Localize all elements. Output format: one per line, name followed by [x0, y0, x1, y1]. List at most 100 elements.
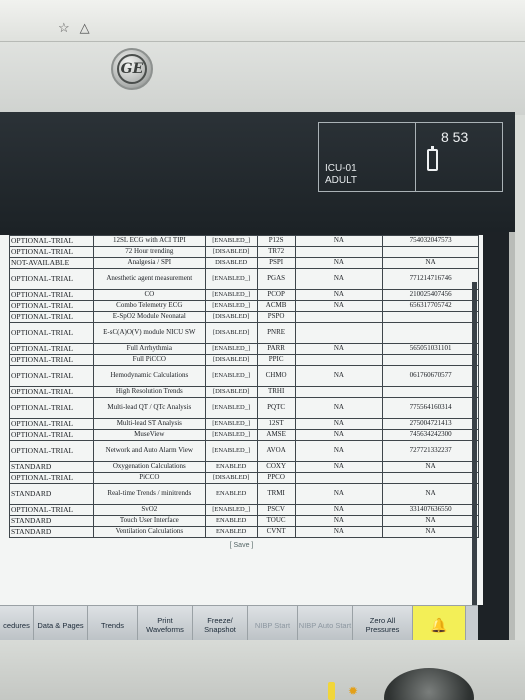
na-cell: NA	[294, 343, 384, 355]
table-row[interactable]: OPTIONAL-TRIAL CO [ENABLED_] PCOP NA 21002540…	[9, 289, 479, 301]
table-row[interactable]: NOT-AVAILABLE Analgesia / SPI DISABLED PSPI…	[9, 257, 479, 269]
code-cell: TRHI	[256, 386, 296, 398]
status-cell: ENABLED	[204, 483, 258, 505]
table-row[interactable]: OPTIONAL-TRIAL Hemodynamic Calculations [E…	[9, 365, 479, 387]
patient-info-box[interactable]: ICU-01 ADULT 8 53	[318, 122, 503, 192]
table-row[interactable]: OPTIONAL-TRIAL Network and Auto Alarm Vie…	[9, 440, 479, 462]
option-type-cell: STANDARD	[9, 483, 94, 505]
na-cell: NA	[294, 440, 384, 462]
na-cell: NA	[294, 504, 384, 516]
key-cell: NA	[382, 526, 479, 538]
table-row[interactable]: OPTIONAL-TRIAL Combo Telemetry ECG [ENABLE…	[9, 300, 479, 312]
na-cell: NA	[294, 268, 384, 290]
table-row[interactable]: OPTIONAL-TRIAL High Resolution Trends [DIS…	[9, 386, 479, 398]
table-row[interactable]: OPTIONAL-TRIAL MuseView [ENABLED_] AMSE NA 74…	[9, 429, 479, 441]
table-row[interactable]: OPTIONAL-TRIAL Multi-lead QT / QTc Analys…	[9, 397, 479, 419]
feature-name-cell: Combo Telemetry ECG	[92, 300, 206, 312]
table-row[interactable]: OPTIONAL-TRIAL Full PiCCO [DISABLED] PPIC	[9, 354, 479, 366]
feature-name-cell: Network and Auto Alarm View	[92, 440, 206, 462]
option-type-cell: OPTIONAL-TRIAL	[9, 472, 94, 484]
key-cell	[382, 354, 479, 366]
table-row[interactable]: OPTIONAL-TRIAL E-SpO2 Module Neonatal [DIS…	[9, 311, 479, 323]
status-cell: ENABLED	[204, 526, 258, 538]
ge-logo: GE	[111, 48, 153, 90]
table-row[interactable]: STANDARD Real-time Trends / minitrends ENA…	[9, 483, 479, 505]
key-cell: 771214716746	[382, 268, 479, 290]
table-row[interactable]: OPTIONAL-TRIAL Anesthetic agent measureme…	[9, 268, 479, 290]
feature-name-cell: Full PiCCO	[92, 354, 206, 366]
table-row[interactable]: OPTIONAL-TRIAL PiCCO [DISABLED] PPCO	[9, 472, 479, 484]
status-cell: [DISABLED]	[204, 472, 258, 484]
na-cell: NA	[294, 515, 384, 527]
option-type-cell: OPTIONAL-TRIAL	[9, 365, 94, 387]
softkey-button[interactable]: Data & Pages	[34, 606, 88, 644]
device-top-icons: ☆ △	[58, 20, 90, 36]
table-row[interactable]: OPTIONAL-TRIAL Full Arrhythmia [ENABLED_] P…	[9, 343, 479, 355]
table-row[interactable]: OPTIONAL-TRIAL Multi-lead ST Analysis [ENA…	[9, 418, 479, 430]
status-cell: [ENABLED_]	[204, 289, 258, 301]
key-cell	[382, 311, 479, 323]
softkey-button[interactable]: Trends	[88, 606, 138, 644]
table-row[interactable]: STANDARD Ventilation Calculations ENABLED C…	[9, 526, 479, 538]
softkey-button[interactable]: Freeze/ Snapshot	[193, 606, 248, 644]
option-type-cell: OPTIONAL-TRIAL	[9, 289, 94, 301]
code-cell: PARR	[256, 343, 296, 355]
clock-display: 8 53	[441, 129, 469, 145]
option-type-cell: OPTIONAL-TRIAL	[9, 418, 94, 430]
table-row[interactable]: OPTIONAL-TRIAL E-sC(A)O(V) module NICU SW…	[9, 322, 479, 344]
table-row[interactable]: STANDARD Touch User Interface ENABLED TOUC N…	[9, 515, 479, 527]
table-row[interactable]: OPTIONAL-TRIAL 72 Hour trending [DISABLED]…	[9, 246, 479, 258]
code-cell: CVNT	[256, 526, 296, 538]
softkey-button[interactable]: NIBP Auto Start	[298, 606, 353, 644]
softkey-button[interactable]: NIBP Start	[248, 606, 298, 644]
status-cell: ENABLED	[204, 515, 258, 527]
code-cell: PQTC	[256, 397, 296, 419]
unit-name: ICU-01	[325, 163, 357, 174]
status-cell: [ENABLED_]	[204, 300, 258, 312]
option-type-cell: STANDARD	[9, 461, 94, 473]
save-button[interactable]: [ Save ]	[0, 542, 483, 549]
alarm-silence-button[interactable]: 🔔	[413, 606, 466, 644]
code-cell: AMSE	[256, 429, 296, 441]
option-type-cell: NOT-AVAILABLE	[9, 257, 94, 269]
code-cell: PGAS	[256, 268, 296, 290]
status-cell: [DISABLED]	[204, 311, 258, 323]
softkey-button[interactable]: cedures	[0, 606, 34, 644]
code-cell: CHMO	[256, 365, 296, 387]
feature-name-cell: Anesthetic agent measurement	[92, 268, 206, 290]
monitor-screen: ICU-01 ADULT 8 53 OPTIONAL-TRIAL 12SL ECG…	[0, 112, 515, 644]
status-cell: [ENABLED_]	[204, 268, 258, 290]
option-type-cell: OPTIONAL-TRIAL	[9, 386, 94, 398]
feature-name-cell: 12SL ECG with ACI TIPI	[92, 235, 206, 247]
table-row[interactable]: OPTIONAL-TRIAL SvO2 [ENABLED_] PSCV NA 331407…	[9, 504, 479, 516]
option-type-cell: OPTIONAL-TRIAL	[9, 322, 94, 344]
key-cell: 061760670577	[382, 365, 479, 387]
feature-name-cell: Hemodynamic Calculations	[92, 365, 206, 387]
feature-name-cell: High Resolution Trends	[92, 386, 206, 398]
na-cell: NA	[294, 429, 384, 441]
na-cell: NA	[294, 461, 384, 473]
na-cell	[294, 354, 384, 366]
na-cell	[294, 472, 384, 484]
softkey-button[interactable]: Print Waveforms	[138, 606, 193, 644]
code-cell: PSPO	[256, 311, 296, 323]
software-options-window: OPTIONAL-TRIAL 12SL ECG with ACI TIPI [ENA…	[0, 235, 483, 605]
vertical-scrollbar[interactable]	[472, 282, 477, 642]
na-cell	[294, 386, 384, 398]
table-row[interactable]: OPTIONAL-TRIAL 12SL ECG with ACI TIPI [ENA…	[9, 235, 479, 247]
softkey-button[interactable]: Zero All Pressures	[353, 606, 413, 644]
alarm-led-icon: ✹	[348, 684, 359, 698]
status-cell: [DISABLED]	[204, 322, 258, 344]
feature-name-cell: E-SpO2 Module Neonatal	[92, 311, 206, 323]
key-cell: NA	[382, 257, 479, 269]
key-cell: 656317705742	[382, 300, 479, 312]
na-cell: NA	[294, 289, 384, 301]
code-cell: PSCV	[256, 504, 296, 516]
na-cell	[294, 322, 384, 344]
na-cell: NA	[294, 483, 384, 505]
table-row[interactable]: STANDARD Oxygenation Calculations ENABLED C…	[9, 461, 479, 473]
yellow-tab	[328, 682, 335, 700]
code-cell: ACMB	[256, 300, 296, 312]
status-cell: [DISABLED]	[204, 246, 258, 258]
status-cell: DISABLED	[204, 257, 258, 269]
